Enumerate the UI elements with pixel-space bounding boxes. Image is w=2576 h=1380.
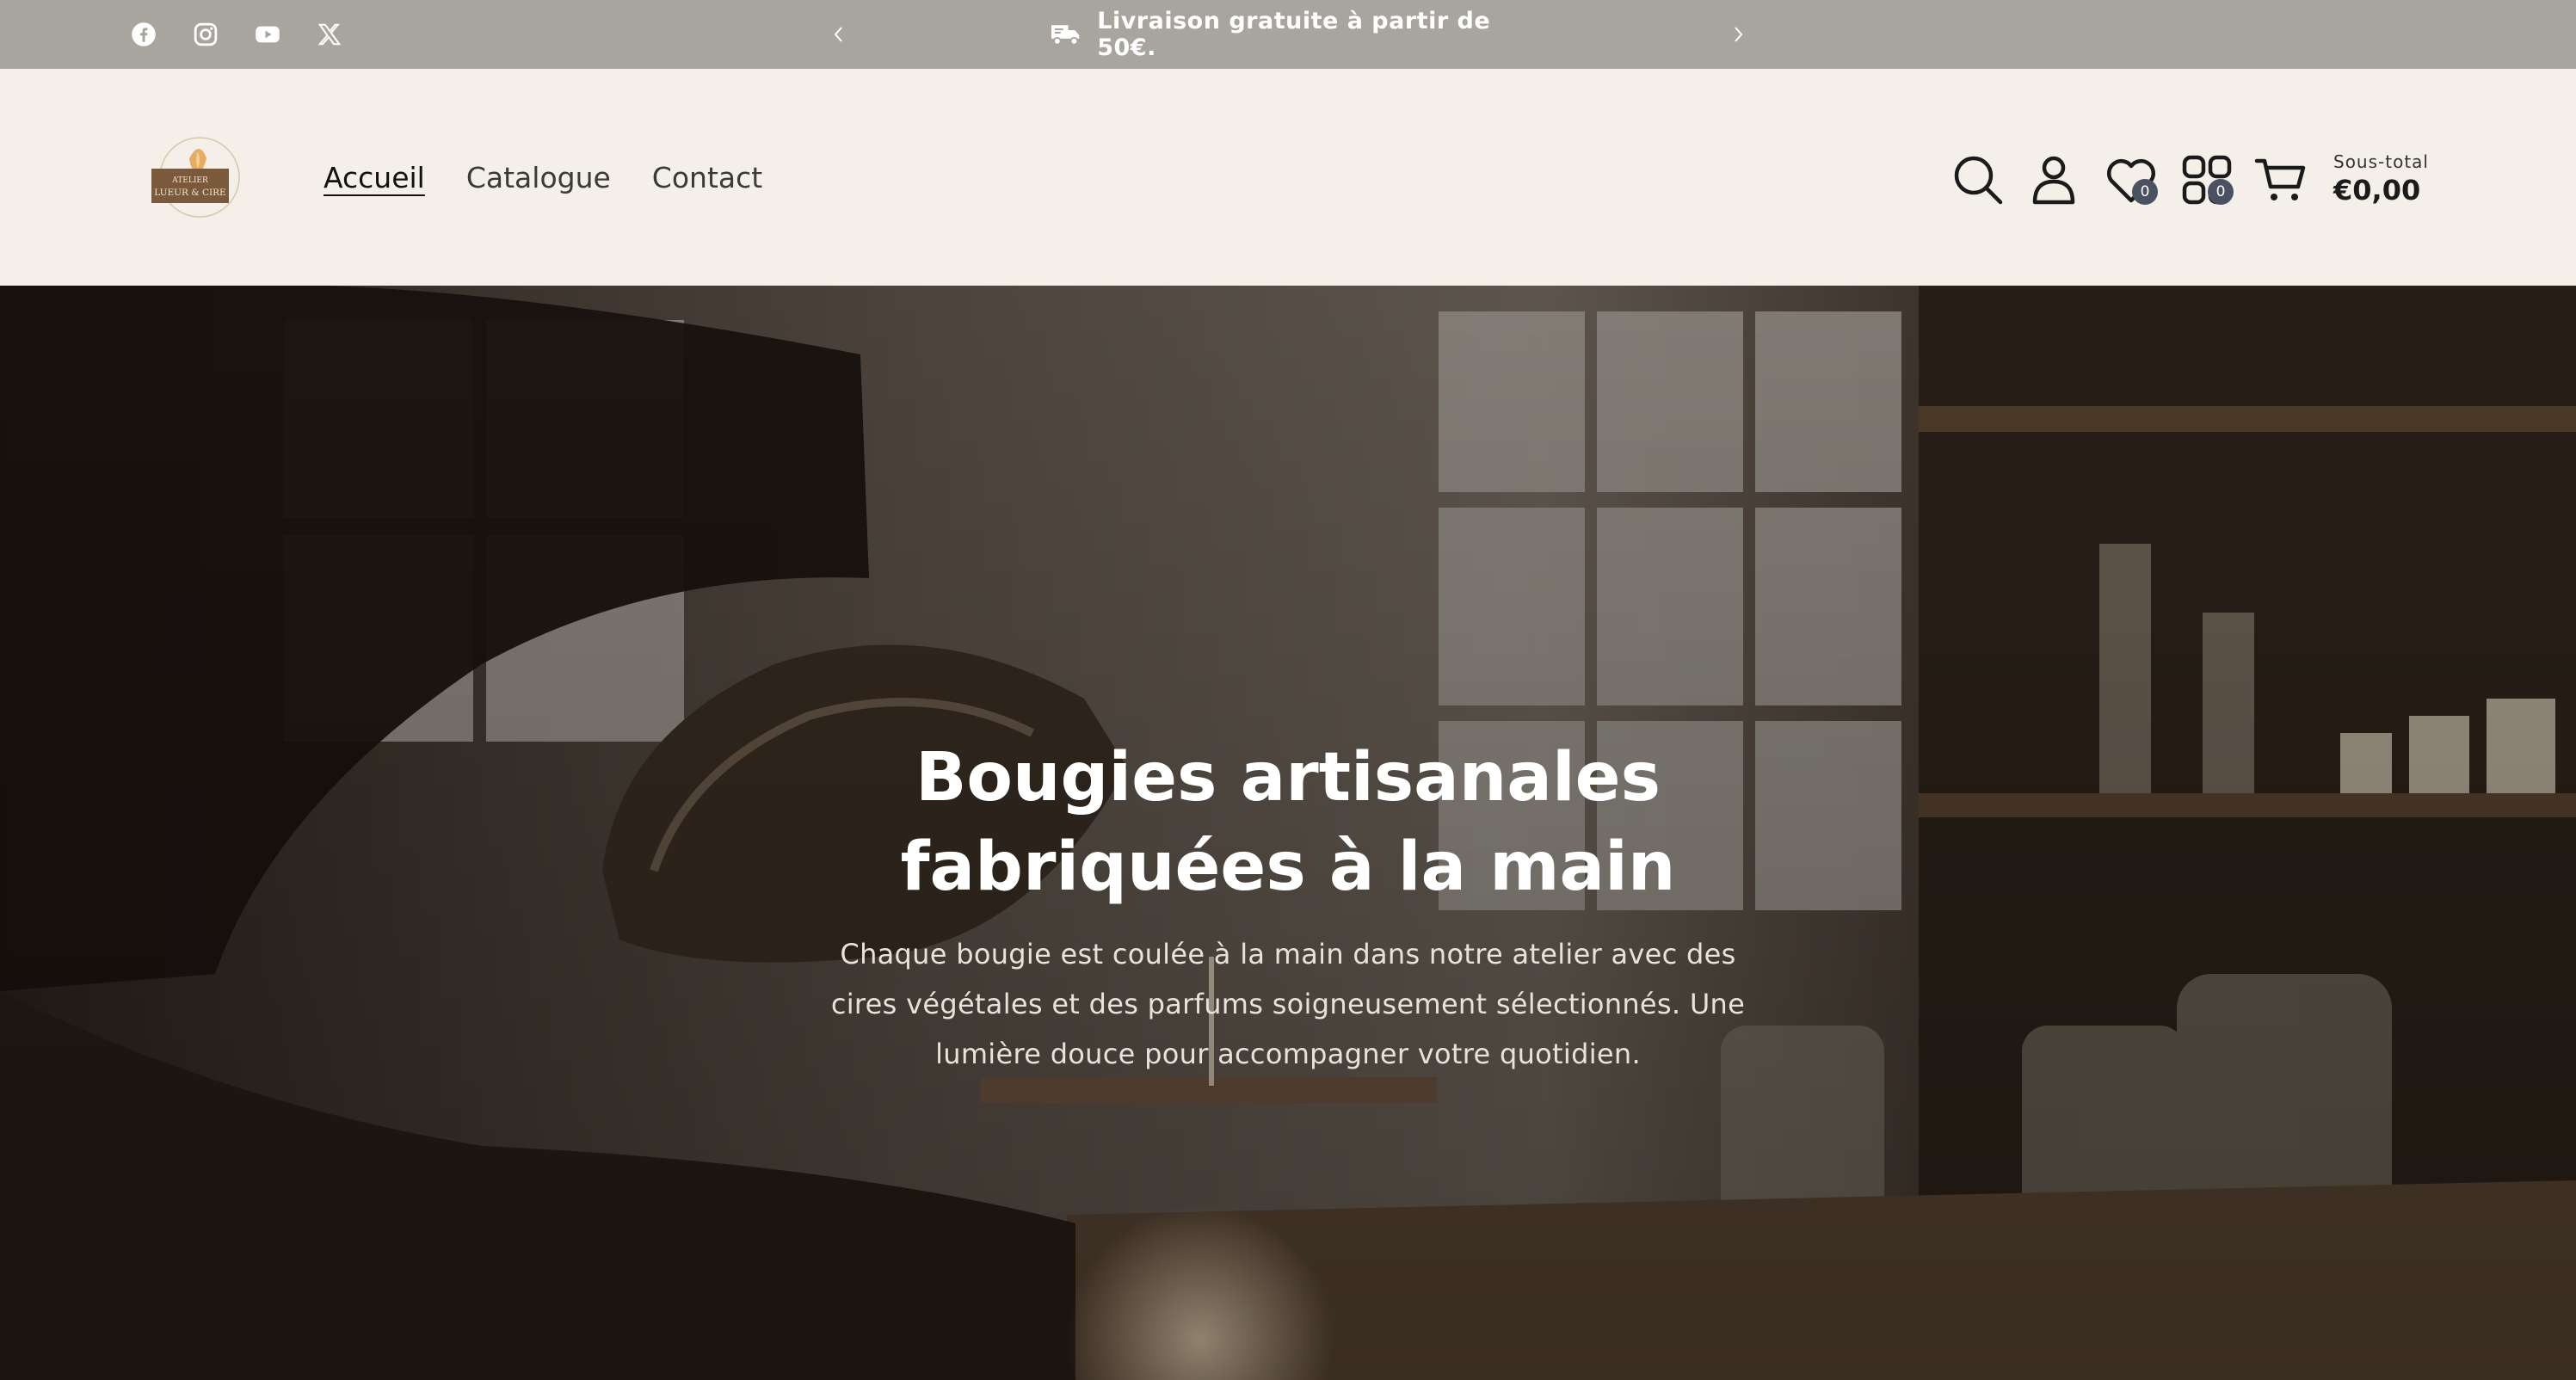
logo-line1: ATELIER xyxy=(171,176,208,185)
hero-banner: Bougies artisanales fabriquées à la main… xyxy=(0,286,2576,1380)
announcement-prev-button[interactable] xyxy=(822,17,856,52)
chevron-right-icon xyxy=(1735,27,1743,42)
nav-item-catalogue[interactable]: Catalogue xyxy=(466,161,611,194)
hero-description: Chaque bougie est coulée à la main dans … xyxy=(830,938,1746,1070)
youtube-link[interactable] xyxy=(255,0,280,69)
hero-title-line1: Bougies artisanales xyxy=(915,739,1661,816)
compare-count-badge: 0 xyxy=(2208,179,2234,205)
compare-button[interactable]: 0 xyxy=(2177,150,2237,210)
subtotal-label: Sous-total xyxy=(2333,151,2429,172)
account-button[interactable] xyxy=(2024,150,2084,210)
site-header: ATELIER LUEUR & CIRE Accueil Catalogue C… xyxy=(0,69,2576,286)
subtotal-value: €0,00 xyxy=(2333,174,2421,206)
announcement: Livraison gratuite à partir de 50€. xyxy=(1050,0,1549,69)
hero-title: Bougies artisanales fabriquées à la main xyxy=(772,733,1804,912)
x-icon xyxy=(317,23,342,46)
announcement-text: Livraison gratuite à partir de 50€. xyxy=(1097,8,1491,61)
wishlist-count-badge: 0 xyxy=(2132,179,2158,205)
logo-line2: LUEUR & CIRE xyxy=(154,188,225,198)
search-icon xyxy=(1954,156,2003,205)
instagram-link[interactable] xyxy=(193,0,219,69)
wishlist-button[interactable]: 0 xyxy=(2101,150,2161,210)
x-link[interactable] xyxy=(317,0,342,69)
chevron-left-icon xyxy=(834,27,842,42)
nav-item-accueil[interactable]: Accueil xyxy=(324,161,425,194)
search-button[interactable] xyxy=(1948,150,2008,210)
cart-button[interactable] xyxy=(2251,150,2311,210)
hero-title-line2: fabriquées à la main xyxy=(900,829,1676,906)
cart-subtotal[interactable]: Sous-total €0,00 xyxy=(2333,151,2429,206)
main-nav: Accueil Catalogue Contact xyxy=(324,69,762,286)
nav-item-contact[interactable]: Contact xyxy=(652,161,762,194)
facebook-icon xyxy=(132,22,156,46)
store-logo[interactable]: ATELIER LUEUR & CIRE xyxy=(150,132,244,222)
announcement-bar: Livraison gratuite à partir de 50€. xyxy=(0,0,2576,69)
user-icon xyxy=(2032,156,2075,205)
delivery-truck-icon xyxy=(1051,25,1080,46)
facebook-link[interactable] xyxy=(131,0,157,69)
instagram-icon xyxy=(194,22,218,46)
announcement-next-button[interactable] xyxy=(1721,17,1755,52)
youtube-icon xyxy=(256,26,280,43)
cart-icon xyxy=(2254,158,2306,200)
